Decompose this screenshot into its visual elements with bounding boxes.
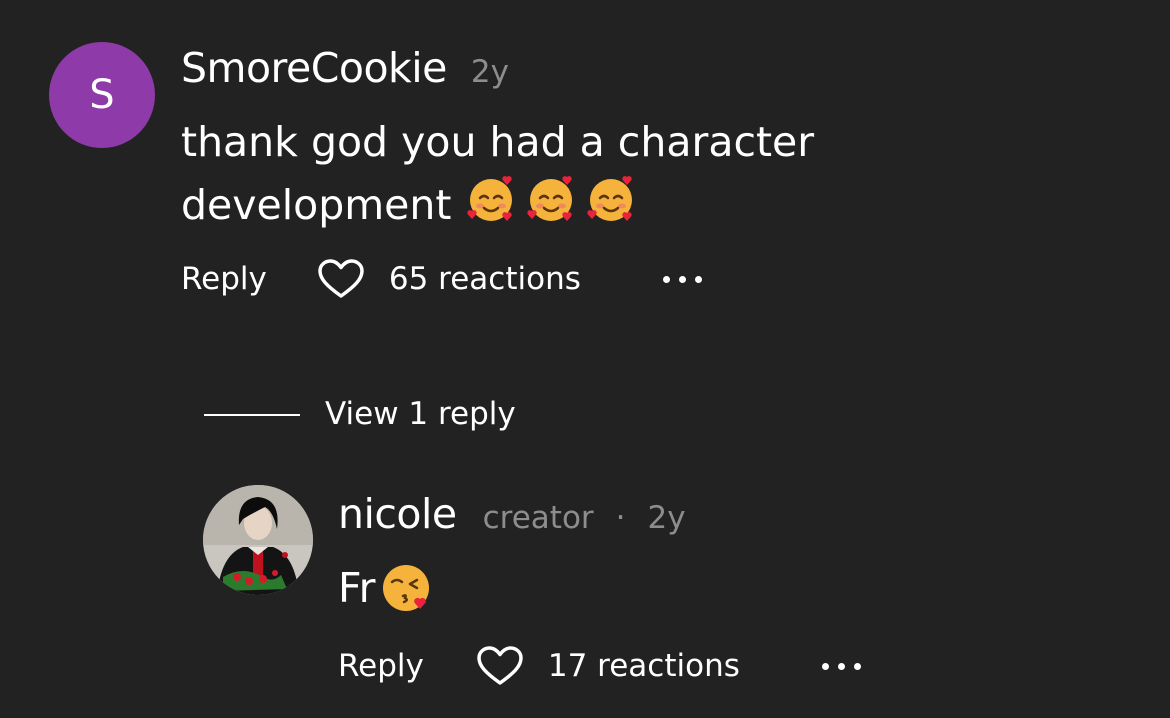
avatar[interactable]: S — [49, 42, 155, 148]
face-blowing-a-kiss-icon — [383, 565, 430, 611]
heart-icon[interactable] — [476, 645, 524, 687]
smiling-face-with-hearts-icon — [467, 176, 513, 221]
timestamp: 2y — [647, 500, 686, 536]
reply-text-content: Fr — [338, 563, 376, 612]
reactions-count[interactable]: 17 reactions — [548, 648, 740, 684]
comment-header: SmoreCookie 2y — [181, 44, 509, 92]
smiling-face-with-hearts-icon — [587, 176, 633, 221]
avatar-photo — [203, 485, 313, 595]
creator-badge: creator — [482, 500, 594, 536]
reply-button[interactable]: Reply — [181, 261, 267, 297]
avatar-letter: S — [89, 72, 115, 118]
emoji-group — [463, 171, 639, 227]
comment-text: thank god you had a character developmen… — [181, 114, 901, 234]
thread-divider — [204, 414, 300, 416]
more-options-icon[interactable] — [821, 662, 861, 670]
reply-header: nicole creator · 2y — [338, 490, 686, 538]
timestamp: 2y — [470, 54, 509, 90]
avatar[interactable] — [203, 485, 313, 595]
comments-thread: S SmoreCookie 2y thank god you had a cha… — [0, 0, 1170, 718]
meta-separator: · — [615, 500, 626, 536]
more-options-icon[interactable] — [662, 275, 702, 283]
username[interactable]: SmoreCookie — [181, 44, 447, 92]
username[interactable]: nicole — [338, 490, 457, 538]
smiling-face-with-hearts-icon — [527, 176, 573, 221]
comment-actions: Reply 65 reactions — [181, 258, 702, 300]
reactions-count[interactable]: 65 reactions — [389, 261, 581, 297]
view-replies-button[interactable]: View 1 reply — [325, 396, 516, 432]
reply-text: Fr — [338, 558, 437, 618]
heart-icon[interactable] — [317, 258, 365, 300]
reply-button[interactable]: Reply — [338, 648, 424, 684]
reply-actions: Reply 17 reactions — [338, 645, 861, 687]
